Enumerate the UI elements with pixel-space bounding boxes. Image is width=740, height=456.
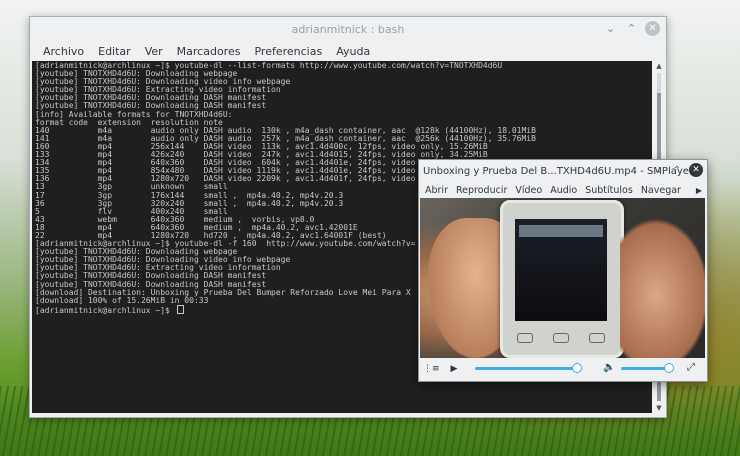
menu-ayuda[interactable]: Ayuda [329, 45, 377, 58]
close-icon[interactable]: ✕ [645, 21, 660, 36]
window-title: adrianmitnick : bash [291, 22, 405, 36]
menu-overflow-icon[interactable]: ▶ [696, 186, 702, 195]
fullscreen-icon[interactable]: ⤢ [687, 362, 695, 373]
minimize-icon[interactable]: ⌄ [603, 21, 618, 36]
menu-marcadores[interactable]: Marcadores [170, 45, 248, 58]
phone-button [517, 333, 533, 343]
terminal-prompt: [adrianmitnick@archlinux ~]$ [35, 305, 175, 315]
smplayer-window: Unboxing y Prueba Del B...TXHD4d6U.mp4 -… [418, 159, 708, 382]
menu-abrir[interactable]: Abrir [421, 185, 452, 196]
terminal-cursor [176, 304, 184, 314]
close-icon[interactable]: ✕ [689, 163, 703, 177]
menu-ver[interactable]: Ver [138, 45, 170, 58]
menu-archivo[interactable]: Archivo [36, 45, 91, 58]
volume-handle[interactable] [663, 363, 674, 373]
volume-slider[interactable] [621, 367, 669, 370]
maximize-icon[interactable]: ⌃ [624, 21, 639, 36]
menu-subtitulos[interactable]: Subtítulos [581, 185, 637, 196]
smplayer-menubar: Abrir Reproducir Vídeo Audio Subtítulos … [419, 182, 707, 198]
menu-reproducir[interactable]: Reproducir [452, 185, 511, 196]
phone-screen [515, 219, 607, 321]
menu-audio[interactable]: Audio [546, 185, 581, 196]
scroll-up-icon[interactable]: ▲ [656, 61, 661, 71]
menu-preferencias[interactable]: Preferencias [247, 45, 329, 58]
terminal-line: [download] 100% of 15.26MiB in 00:33 [35, 295, 209, 305]
seek-bar[interactable] [475, 367, 578, 370]
konsole-menubar: Archivo Editar Ver Marcadores Preferenci… [30, 41, 666, 61]
scroll-down-icon[interactable]: ▼ [656, 403, 661, 413]
smplayer-titlebar[interactable]: Unboxing y Prueba Del B...TXHD4d6U.mp4 -… [419, 160, 707, 182]
phone-button [553, 333, 569, 343]
menu-navegar[interactable]: Navegar [637, 185, 685, 196]
play-icon[interactable]: ▶ [447, 364, 461, 374]
playlist-icon[interactable]: ⋮≡ [423, 364, 440, 374]
phone-screen-bar [519, 225, 603, 237]
player-controls: ⋮≡ ▶ 🔈 ⤢ [419, 358, 707, 380]
video-phone [500, 200, 624, 358]
seek-handle[interactable] [572, 363, 583, 373]
video-frame[interactable] [420, 198, 705, 358]
phone-button [589, 333, 605, 343]
menu-editar[interactable]: Editar [91, 45, 138, 58]
maximize-icon[interactable]: ⌃ [670, 163, 684, 177]
video-hand-right [620, 218, 705, 358]
menu-video[interactable]: Vídeo [511, 185, 546, 196]
volume-icon[interactable]: 🔈 [603, 362, 615, 373]
minimize-icon[interactable]: ⌄ [651, 163, 665, 177]
konsole-titlebar[interactable]: adrianmitnick : bash ⌄ ⌃ ✕ [30, 17, 666, 41]
